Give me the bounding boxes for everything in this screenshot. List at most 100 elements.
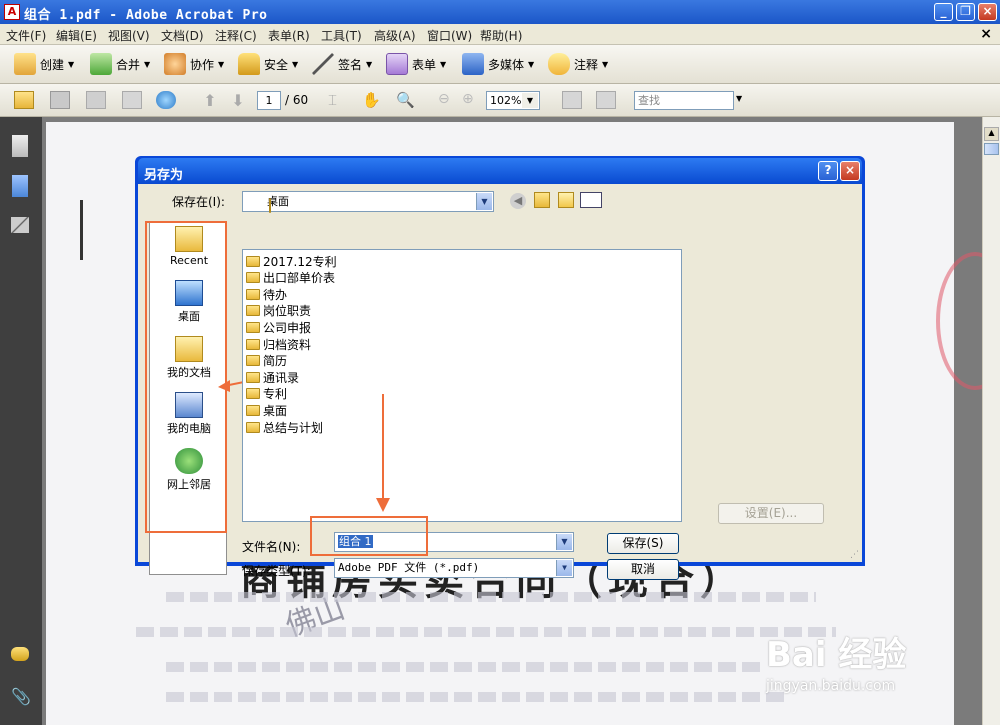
find-input[interactable]: 查找 — [634, 91, 734, 110]
web-icon[interactable] — [156, 91, 176, 109]
help-button[interactable]: ? — [818, 161, 838, 181]
comment-icon — [548, 53, 570, 75]
create-label: 创建 — [40, 57, 65, 72]
menu-advanced[interactable]: 高级(A) — [374, 27, 416, 44]
file-list-item[interactable]: 岗位职责 — [246, 303, 311, 319]
menu-file[interactable]: 文件(F) — [6, 27, 46, 44]
save-button[interactable]: 保存(S) — [607, 533, 679, 554]
folder-icon — [246, 338, 260, 350]
comments-icon[interactable] — [11, 647, 29, 661]
chevron-down-icon: ▼ — [218, 59, 225, 69]
folder-icon — [246, 321, 260, 333]
file-list-item[interactable]: 2017.12专利 — [246, 253, 337, 269]
arrow-down-icon[interactable]: ⬇ — [228, 91, 248, 110]
menu-edit[interactable]: 编辑(E) — [56, 27, 97, 44]
settings-button[interactable]: 设置(E)... — [718, 503, 824, 524]
file-list-item[interactable]: 总结与计划 — [246, 419, 323, 435]
menu-comments[interactable]: 注释(C) — [215, 27, 257, 44]
filename-label: 文件名(N): — [242, 540, 301, 554]
file-list[interactable]: 2017.12专利 出口部单价表 待办 岗位职责 公司申报归档资料 简历 通讯录 专利 桌面 总结… — [242, 249, 682, 522]
collaborate-label: 协作 — [190, 57, 215, 72]
attachment-icon[interactable]: 📎 — [11, 687, 33, 709]
faded-text-line — [136, 627, 836, 637]
resize-grip-icon[interactable]: ⋰ — [850, 550, 859, 560]
signatures-icon[interactable] — [11, 217, 29, 233]
fit-page-icon[interactable] — [562, 91, 582, 109]
menu-view[interactable]: 视图(V) — [108, 27, 150, 44]
menu-tools[interactable]: 工具(T) — [321, 27, 362, 44]
arrow-up-icon[interactable]: ⬆ — [200, 91, 220, 110]
combine-icon — [90, 53, 112, 75]
back-icon[interactable]: ◀ — [510, 193, 526, 209]
up-folder-icon[interactable] — [534, 192, 550, 208]
folder-icon — [246, 305, 260, 317]
save-in-label: 保存在(I): — [172, 195, 225, 209]
combine-label: 合并 — [116, 57, 141, 72]
minimize-button[interactable]: _ — [934, 3, 953, 21]
save-in-combo[interactable]: 桌面 ▼ — [242, 191, 494, 213]
save-icon[interactable] — [86, 91, 106, 109]
create-button[interactable]: 创建 ▼ — [14, 53, 74, 75]
hand-icon[interactable]: ✋ — [362, 91, 382, 109]
collaborate-button[interactable]: 协作 ▼ — [164, 53, 224, 75]
page-mark — [80, 200, 83, 260]
chevron-down-icon: ▼ — [68, 59, 75, 69]
chevron-down-icon: ▼ — [556, 560, 572, 576]
full-screen-icon[interactable] — [596, 91, 616, 109]
chevron-down-icon: ▼ — [144, 59, 151, 69]
filetype-select[interactable]: Adobe PDF 文件 (*.pdf) ▼ — [334, 558, 574, 578]
select-cursor-icon[interactable]: ⌶ — [328, 91, 348, 109]
zoom-in-icon[interactable]: ⊕ — [462, 91, 482, 109]
multimedia-button[interactable]: 多媒体 ▼ — [462, 53, 534, 75]
find-dropdown-icon[interactable]: ▼ — [736, 94, 742, 103]
menu-help[interactable]: 帮助(H) — [480, 27, 522, 44]
file-list-item[interactable]: 通讯录 — [246, 369, 299, 385]
new-folder-icon[interactable] — [558, 192, 574, 208]
file-name: 桌面 — [263, 403, 288, 418]
title-bar: A 组合 1.pdf - Adobe Acrobat Pro _ ❐ × — [0, 0, 1000, 24]
menu-window[interactable]: 窗口(W) — [427, 27, 472, 44]
print-icon[interactable] — [50, 91, 70, 109]
zoom-out-icon[interactable]: ⊖ — [438, 91, 458, 109]
folder-icon — [269, 198, 271, 213]
combine-button[interactable]: 合并 ▼ — [90, 53, 150, 75]
view-menu-icon[interactable] — [580, 192, 602, 208]
document-close-icon[interactable]: × — [980, 26, 992, 42]
menu-forms[interactable]: 表单(R) — [268, 27, 310, 44]
comment-button[interactable]: 注释 ▼ — [548, 53, 608, 75]
form-icon — [386, 53, 408, 75]
pages-icon[interactable] — [12, 135, 28, 157]
file-list-item[interactable]: 公司申报 — [246, 319, 311, 335]
zoom-tool-icon[interactable]: 🔍 — [396, 91, 416, 109]
secure-button[interactable]: 安全 ▼ — [238, 53, 298, 75]
email-icon[interactable] — [122, 91, 142, 109]
chevron-down-icon: ▼ — [528, 59, 535, 69]
file-list-item[interactable]: 归档资料 — [246, 336, 311, 352]
cancel-button[interactable]: 取消 — [607, 559, 679, 580]
navigation-panel: 📎 — [0, 117, 42, 725]
close-button[interactable]: × — [978, 3, 997, 21]
menu-document[interactable]: 文档(D) — [161, 27, 204, 44]
file-list-item[interactable]: 专利 — [246, 386, 287, 402]
maximize-button[interactable]: ❐ — [956, 3, 975, 21]
open-icon[interactable] — [14, 91, 34, 109]
page-number-input[interactable]: 1 — [257, 91, 281, 110]
forms-button[interactable]: 表单 ▼ — [386, 53, 446, 75]
folder-icon — [246, 371, 260, 383]
watermark-url: jingyan.baidu.com — [766, 678, 896, 694]
file-list-item[interactable]: 简历 — [246, 353, 287, 369]
file-list-item[interactable]: 待办 — [246, 286, 287, 302]
scroll-thumb[interactable] — [984, 143, 999, 155]
file-name: 归档资料 — [263, 337, 312, 352]
dialog-body: 保存在(I): 桌面 ▼ ◀ Recent 桌面 我的文档 我的电脑 网上邻居 … — [138, 184, 862, 580]
faded-text-line — [166, 692, 786, 702]
scroll-up-icon[interactable]: ▲ — [984, 127, 999, 141]
file-list-item[interactable]: 桌面 — [246, 402, 287, 418]
zoom-select[interactable]: 102% ▼ — [486, 91, 540, 110]
file-list-item[interactable]: 出口部单价表 — [246, 270, 335, 286]
dialog-close-button[interactable]: × — [840, 161, 860, 181]
sign-button[interactable]: 签名 ▼ — [312, 53, 372, 75]
vertical-scrollbar[interactable]: ▲ — [982, 117, 1000, 725]
bookmarks-icon[interactable] — [12, 175, 28, 197]
multimedia-label: 多媒体 — [488, 57, 525, 72]
